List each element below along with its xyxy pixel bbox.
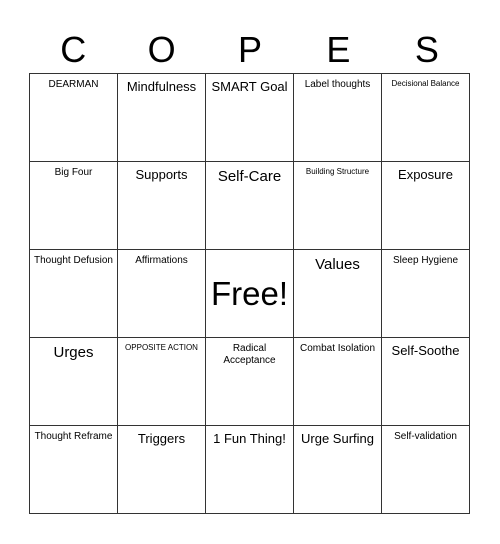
free-space-cell[interactable]: Free! xyxy=(206,250,294,338)
bingo-cell[interactable]: DEARMAN xyxy=(30,74,118,162)
bingo-header: C O P E S xyxy=(29,28,471,72)
bingo-cell[interactable]: Big Four xyxy=(30,162,118,250)
bingo-cell[interactable]: Supports xyxy=(118,162,206,250)
bingo-grid: DEARMAN Mindfulness SMART Goal Label tho… xyxy=(29,73,470,514)
bingo-cell[interactable]: 1 Fun Thing! xyxy=(206,426,294,514)
bingo-cell[interactable]: Radical Acceptance xyxy=(206,338,294,426)
bingo-cell[interactable]: Values xyxy=(294,250,382,338)
bingo-cell[interactable]: Self-Care xyxy=(206,162,294,250)
bingo-cell[interactable]: Affirmations xyxy=(118,250,206,338)
bingo-cell[interactable]: Sleep Hygiene xyxy=(382,250,470,338)
bingo-cell[interactable]: Building Structure xyxy=(294,162,382,250)
header-letter-o: O xyxy=(147,29,176,70)
bingo-cell[interactable]: Triggers xyxy=(118,426,206,514)
bingo-cell[interactable]: OPPOSITE ACTION xyxy=(118,338,206,426)
bingo-cell[interactable]: Urge Surfing xyxy=(294,426,382,514)
header-letter-c: C xyxy=(60,29,87,70)
bingo-cell[interactable]: Thought Reframe xyxy=(30,426,118,514)
bingo-cell[interactable]: Self-Soothe xyxy=(382,338,470,426)
bingo-cell[interactable]: Label thoughts xyxy=(294,74,382,162)
bingo-cell[interactable]: Exposure xyxy=(382,162,470,250)
bingo-cell[interactable]: Combat Isolation xyxy=(294,338,382,426)
header-letter-p: P xyxy=(238,29,263,70)
bingo-cell[interactable]: Mindfulness xyxy=(118,74,206,162)
bingo-cell[interactable]: Self-validation xyxy=(382,426,470,514)
header-letter-e: E xyxy=(326,29,351,70)
bingo-cell[interactable]: SMART Goal xyxy=(206,74,294,162)
bingo-cell[interactable]: Decisional Balance xyxy=(382,74,470,162)
bingo-cell[interactable]: Thought Defusion xyxy=(30,250,118,338)
header-letter-s: S xyxy=(414,29,439,70)
bingo-cell[interactable]: Urges xyxy=(30,338,118,426)
